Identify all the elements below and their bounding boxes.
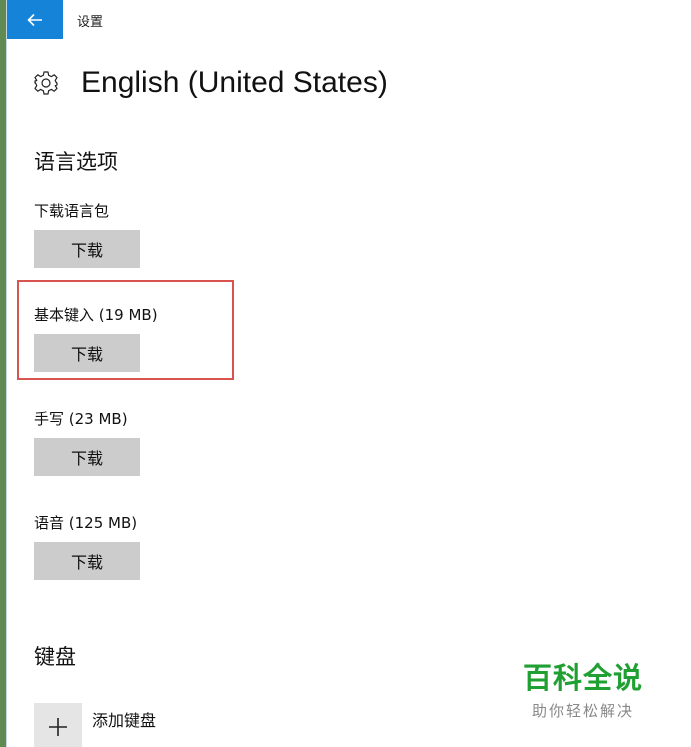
add-keyboard-button[interactable]: 添加键盘 [34, 703, 156, 747]
language-options-heading: 语言选项 [34, 150, 118, 174]
download-language-pack-button[interactable]: 下载 [34, 230, 140, 268]
speech-label: 语音 (125 MB) [34, 514, 138, 532]
back-button[interactable] [7, 0, 63, 39]
page-title: English (United States) [81, 66, 388, 99]
keyboard-heading: 键盘 [34, 645, 76, 669]
add-keyboard-label: 添加键盘 [92, 711, 157, 730]
back-arrow-icon [27, 13, 42, 26]
window-title: 设置 [77, 15, 104, 30]
add-keyboard-icon-box[interactable] [34, 703, 82, 747]
settings-window: 设置 English (United States) 语言选项 下载语言包 下载… [6, 0, 691, 747]
plus-icon [49, 718, 67, 736]
basic-typing-label: 基本键入 (19 MB) [34, 306, 158, 324]
watermark-title: 百科全说 [523, 661, 644, 695]
download-handwriting-button[interactable]: 下载 [34, 438, 140, 476]
watermark-subtitle: 助你轻松解决 [532, 702, 635, 720]
download-basic-typing-button[interactable]: 下载 [34, 334, 140, 372]
handwriting-label: 手写 (23 MB) [34, 410, 128, 428]
watermark-logo: 百科全说 助你轻松解决 [523, 655, 643, 721]
page-header: English (United States) [33, 66, 388, 100]
gear-icon [34, 71, 58, 95]
download-speech-button[interactable]: 下载 [34, 542, 140, 580]
language-pack-label: 下载语言包 [34, 202, 110, 220]
title-bar: 设置 [7, 0, 691, 39]
